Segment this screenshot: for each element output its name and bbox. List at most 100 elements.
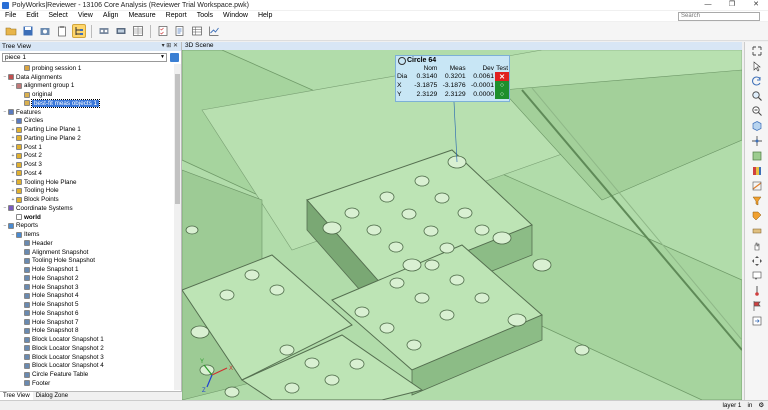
table-button[interactable] bbox=[190, 24, 204, 38]
hand-button[interactable] bbox=[750, 239, 763, 252]
tree-item[interactable]: Tooling Hole Snapshot bbox=[0, 257, 174, 266]
tree-item[interactable]: + Parting Line Plane 1 bbox=[0, 125, 174, 134]
tree-item[interactable]: Hole Snapshot 1 bbox=[0, 265, 174, 274]
probe-tool-button[interactable] bbox=[750, 284, 763, 297]
tree-item[interactable]: probing session 1 bbox=[0, 64, 174, 73]
units-selector[interactable]: in bbox=[747, 401, 752, 410]
menu-edit[interactable]: Edit bbox=[21, 11, 43, 21]
chart-button[interactable] bbox=[207, 24, 221, 38]
tree-item[interactable]: Hole Snapshot 7 bbox=[0, 318, 174, 327]
checklist-button[interactable] bbox=[156, 24, 170, 38]
maximize-button[interactable]: ❐ bbox=[720, 0, 744, 10]
tree-item[interactable]: Block Locator Snapshot 3 bbox=[0, 353, 174, 362]
settings-icon[interactable]: ⚙ bbox=[758, 401, 764, 410]
nom-value: -3.1875 bbox=[414, 82, 438, 89]
tree-item-label: Tooling Hole bbox=[24, 187, 59, 195]
tree-item[interactable]: − Reports bbox=[0, 222, 174, 231]
menu-help[interactable]: Help bbox=[253, 11, 277, 21]
tree-item[interactable]: Hole Snapshot 4 bbox=[0, 292, 174, 301]
menu-report[interactable]: Report bbox=[161, 11, 192, 21]
tree-item[interactable]: + Tooling Hole Plane bbox=[0, 178, 174, 187]
filter-button[interactable] bbox=[750, 194, 763, 207]
piece-dropdown[interactable]: piece 1 ▼ bbox=[2, 53, 167, 62]
tree-item[interactable]: Block Locator Snapshot 2 bbox=[0, 344, 174, 353]
piece-properties-icon[interactable] bbox=[170, 53, 179, 62]
measurement-annotation[interactable]: Circle 64 Nom Meas Dev Test Dia 0.3140 0… bbox=[395, 55, 510, 102]
tab-dialog-zone[interactable]: Dialog Zone bbox=[33, 392, 71, 400]
tree-item[interactable]: Hole Snapshot 8 bbox=[0, 327, 174, 336]
camera-icon bbox=[40, 28, 50, 35]
view-cube-button[interactable] bbox=[750, 119, 763, 132]
menu-file[interactable]: File bbox=[0, 11, 21, 21]
tree-item[interactable]: Hole Snapshot 2 bbox=[0, 274, 174, 283]
tree-item[interactable]: world bbox=[0, 213, 174, 222]
fit-view-button[interactable] bbox=[750, 44, 763, 57]
grid-button[interactable] bbox=[131, 24, 145, 38]
move-button[interactable] bbox=[750, 254, 763, 267]
3d-scene-viewport[interactable]: X Y Z Circle 64 Nom Meas Dev Test Dia 0.… bbox=[182, 50, 742, 400]
pan-button[interactable] bbox=[750, 134, 763, 147]
annotation-button[interactable] bbox=[750, 269, 763, 282]
zoom-button[interactable] bbox=[750, 89, 763, 102]
tree-item[interactable]: best-fit meas objects 1 bbox=[0, 98, 174, 108]
tree-item[interactable]: Footer bbox=[0, 379, 174, 388]
menu-view[interactable]: View bbox=[73, 11, 98, 21]
tree-item[interactable]: Hole Snapshot 5 bbox=[0, 300, 174, 309]
menu-window[interactable]: Window bbox=[218, 11, 253, 21]
menu-select[interactable]: Select bbox=[43, 11, 72, 21]
tree-item[interactable]: − Circles bbox=[0, 117, 174, 126]
flag-button[interactable] bbox=[750, 299, 763, 312]
tree-item[interactable]: − Coordinate Systems bbox=[0, 204, 174, 213]
tree-item[interactable]: Alignment Snapshot bbox=[0, 248, 174, 257]
tree-scrollbar[interactable] bbox=[174, 64, 181, 390]
minimize-button[interactable]: — bbox=[696, 0, 720, 10]
tree-item[interactable]: original bbox=[0, 90, 174, 99]
save-button[interactable] bbox=[21, 24, 35, 38]
tree-view-toggle-button[interactable] bbox=[72, 24, 86, 38]
scan-button[interactable] bbox=[114, 24, 128, 38]
rotate-button[interactable] bbox=[750, 74, 763, 87]
tree-item[interactable]: + Parting Line Plane 2 bbox=[0, 134, 174, 143]
report-button[interactable] bbox=[173, 24, 187, 38]
tree-item[interactable]: + Block Points bbox=[0, 195, 174, 204]
select-button[interactable] bbox=[750, 59, 763, 72]
menu-tools[interactable]: Tools bbox=[192, 11, 218, 21]
tree-item[interactable]: Hole Snapshot 3 bbox=[0, 283, 174, 292]
tree-item[interactable]: Block Locator Snapshot 1 bbox=[0, 335, 174, 344]
layer-selector[interactable]: layer 1 bbox=[723, 401, 742, 410]
tree-item[interactable]: − alignment group 1 bbox=[0, 82, 174, 91]
measure-tool-button[interactable] bbox=[750, 224, 763, 237]
tree-item[interactable]: + Post 4 bbox=[0, 169, 174, 178]
tree-item[interactable]: Block Locator Snapshot 4 bbox=[0, 362, 174, 371]
export-button[interactable] bbox=[750, 314, 763, 327]
tree-item[interactable]: − Items bbox=[0, 230, 174, 239]
tree-item[interactable]: − Data Alignments bbox=[0, 73, 174, 82]
tree-item[interactable]: + Post 3 bbox=[0, 160, 174, 169]
shading-button[interactable] bbox=[750, 149, 763, 162]
clipboard-button[interactable] bbox=[55, 24, 69, 38]
snapshot-button[interactable] bbox=[38, 24, 52, 38]
tree-item[interactable]: − Features bbox=[0, 108, 174, 117]
tree-item[interactable]: Header bbox=[0, 239, 174, 248]
tree-item[interactable]: Circle Feature Table bbox=[0, 370, 174, 379]
tree-item[interactable]: Hole Snapshot 6 bbox=[0, 309, 174, 318]
tab-tree-view[interactable]: Tree View bbox=[0, 392, 33, 400]
tree-item[interactable]: + Post 1 bbox=[0, 143, 174, 152]
color-map-button[interactable] bbox=[750, 164, 763, 177]
menu-align[interactable]: Align bbox=[98, 11, 124, 21]
zoom-out-button[interactable] bbox=[750, 104, 763, 117]
tree-node-icon bbox=[24, 362, 30, 369]
open-folder-button[interactable] bbox=[4, 24, 18, 38]
close-button[interactable]: ✕ bbox=[744, 0, 768, 10]
tree-item[interactable]: + Post 2 bbox=[0, 152, 174, 161]
tag-button[interactable] bbox=[750, 209, 763, 222]
menu-measure[interactable]: Measure bbox=[123, 11, 160, 21]
probe-button[interactable] bbox=[97, 24, 111, 38]
section-button[interactable] bbox=[750, 179, 763, 192]
tree-item[interactable]: + Tooling Hole bbox=[0, 187, 174, 196]
tree-node-icon bbox=[24, 65, 30, 72]
scrollbar-thumb[interactable] bbox=[175, 74, 180, 204]
tree-node-icon bbox=[24, 327, 30, 334]
panel-header-buttons[interactable]: ▾ ⊞ ✕ bbox=[162, 42, 178, 51]
search-input[interactable]: Search bbox=[678, 12, 760, 21]
